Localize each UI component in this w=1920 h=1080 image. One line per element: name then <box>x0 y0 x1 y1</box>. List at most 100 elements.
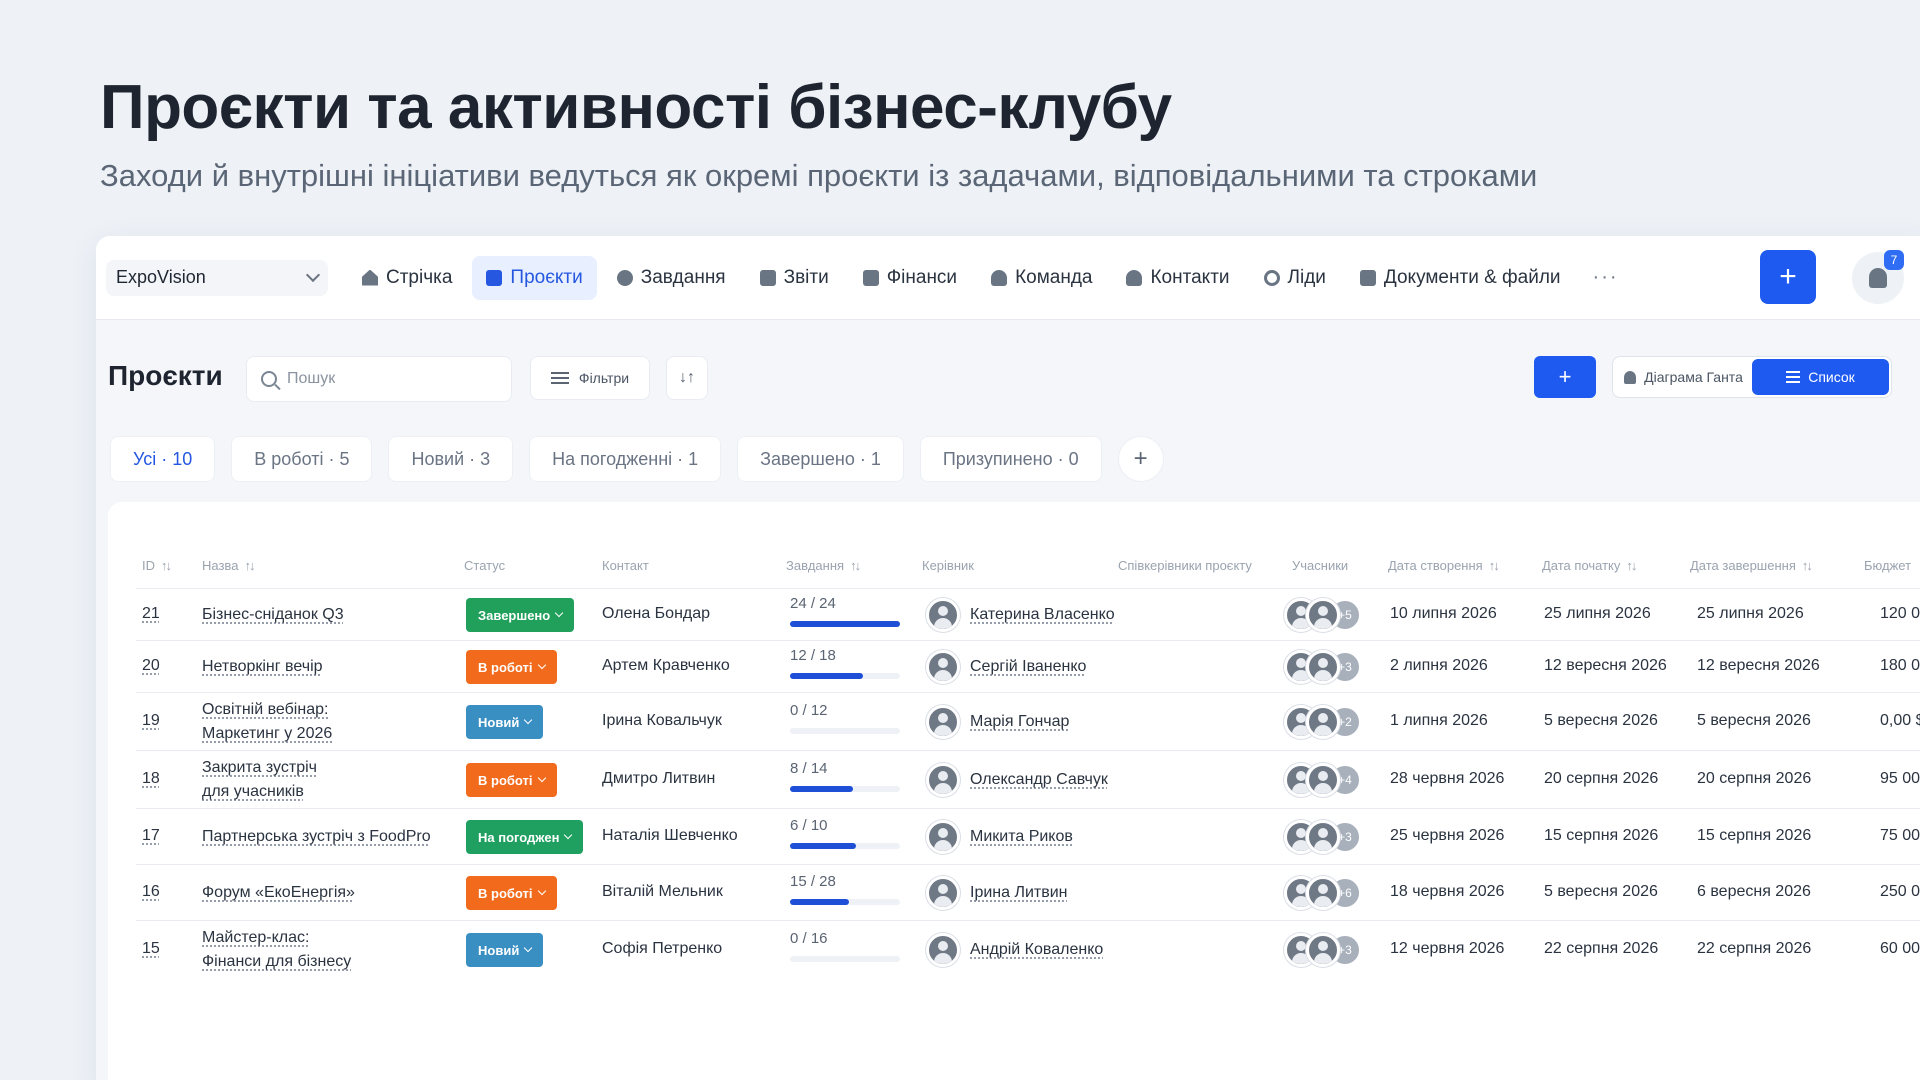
nav-item-0[interactable]: Стрічка <box>348 256 466 300</box>
project-manager[interactable]: Ірина Литвин <box>926 876 1068 910</box>
workspace-select[interactable]: ExpoVision <box>106 259 328 296</box>
project-name[interactable]: Нетворкінг вечір <box>202 655 323 679</box>
project-manager[interactable]: Микита Риков <box>926 820 1073 854</box>
nav-item-1[interactable]: Проєкти <box>472 255 597 300</box>
filters-button[interactable]: Фільтри <box>530 356 650 400</box>
col-created[interactable]: Дата створення ↑↓ <box>1388 558 1500 573</box>
contact-name: Артем Кравченко <box>602 657 730 674</box>
status-label: В роботі <box>478 885 533 901</box>
project-id[interactable]: 16 <box>142 883 160 901</box>
table-row[interactable]: 16 Форум «ЕкоЕнергія» В роботі Віталій Мель… <box>136 864 1920 920</box>
project-name[interactable]: Партнерська зустріч з FoodPro <box>202 825 431 849</box>
progress-fill <box>790 786 853 792</box>
status-tab-0[interactable]: Усі · 10 <box>110 436 216 482</box>
report-icon <box>759 269 776 286</box>
nav-item-6[interactable]: Контакти <box>1112 256 1243 300</box>
project-name[interactable]: Освітній вебінар: Маркетинг у 2026 <box>202 698 332 746</box>
add-project-button[interactable]: + <box>1534 356 1596 398</box>
table-row[interactable]: 20 Нетворкінг вечір В роботі Артем Кравченк… <box>136 640 1920 692</box>
tasks-count: 24 / 24 <box>790 595 836 612</box>
view-list-button[interactable]: Список <box>1752 359 1889 395</box>
project-manager[interactable]: Катерина Власенко <box>926 598 1115 632</box>
status-badge[interactable]: Новий <box>466 705 544 739</box>
members-stack[interactable]: +3 <box>1284 650 1362 684</box>
col-tasks-label: Завдання <box>786 558 845 573</box>
members-stack[interactable]: +4 <box>1284 763 1362 797</box>
notifications-button[interactable]: 7 <box>1852 250 1904 304</box>
search-box[interactable] <box>246 356 512 402</box>
project-id[interactable]: 17 <box>142 827 160 845</box>
progress-track <box>790 956 900 962</box>
col-name[interactable]: Назва ↑↓ <box>202 558 255 573</box>
project-manager[interactable]: Андрій Коваленко <box>926 933 1103 967</box>
nav-item-5[interactable]: Команда <box>977 256 1106 300</box>
members-stack[interactable]: +2 <box>1284 705 1362 739</box>
status-badge[interactable]: Новий <box>466 933 544 967</box>
members-stack[interactable]: +5 <box>1284 598 1362 632</box>
status-badge[interactable]: В роботі <box>466 876 557 910</box>
table-row[interactable]: 18 Закрита зустріч для учасників В роботі Дм… <box>136 750 1920 808</box>
page-title: Проєкти <box>108 360 223 391</box>
nav-item-label: Фінанси <box>886 266 958 288</box>
gantt-icon <box>1624 370 1637 384</box>
col-tasks[interactable]: Завдання ↑↓ <box>786 558 861 573</box>
table-row[interactable]: 21 Бізнес-сніданок Q3 Завершено Олена Бонда… <box>136 588 1920 640</box>
project-id[interactable]: 15 <box>142 940 160 958</box>
project-id[interactable]: 21 <box>142 605 160 623</box>
col-co-managers-label: Співкерівники проєкту <box>1118 558 1252 573</box>
table-row[interactable]: 17 Партнерська зустріч з FoodPro На погодж… <box>136 808 1920 864</box>
project-name[interactable]: Закрита зустріч для учасників <box>202 756 317 804</box>
status-tab-1[interactable]: В роботі · 5 <box>231 436 373 482</box>
status-tab-3[interactable]: На погодженні · 1 <box>529 436 722 482</box>
col-id[interactable]: ID ↑↓ <box>142 558 172 573</box>
project-id[interactable]: 19 <box>142 712 160 730</box>
more-menu-button[interactable]: ··· <box>1593 266 1619 289</box>
nav-item-4[interactable]: Фінанси <box>849 256 971 300</box>
project-manager[interactable]: Сергій Іваненко <box>926 650 1086 684</box>
project-manager[interactable]: Олександр Савчук <box>926 763 1108 797</box>
nav-item-3[interactable]: Звіти <box>746 256 843 300</box>
nav-item-8[interactable]: Документи & файли <box>1346 256 1575 300</box>
status-badge[interactable]: В роботі <box>466 650 557 684</box>
view-gantt-button[interactable]: Діаграма Ганта <box>1615 359 1752 395</box>
nav-item-7[interactable]: Ліди <box>1250 256 1340 300</box>
status-tab-4[interactable]: Завершено · 1 <box>737 436 904 482</box>
global-add-button[interactable]: + <box>1760 250 1816 304</box>
col-name-label: Назва <box>202 558 239 573</box>
status-badge[interactable]: Завершено <box>466 598 575 632</box>
table-row[interactable]: 19 Освітній вебінар: Маркетинг у 2026 Новий… <box>136 692 1920 750</box>
project-manager[interactable]: Марія Гончар <box>926 705 1069 739</box>
date-created: 2 липня 2026 <box>1390 657 1488 674</box>
add-tab-button[interactable]: + <box>1117 436 1164 482</box>
avatar <box>926 876 960 910</box>
status-badge[interactable]: В роботі <box>466 763 557 797</box>
app-window: ExpoVision Стрічка Проєкти Завдання Звіти Фі… <box>96 236 1920 1080</box>
project-id[interactable]: 20 <box>142 657 160 675</box>
project-name[interactable]: Форум «ЕкоЕнергія» <box>202 881 355 905</box>
members-stack[interactable]: +3 <box>1284 820 1362 854</box>
contact-name: Наталія Шевченко <box>602 827 738 844</box>
sort-button[interactable]: ↓↑ <box>666 356 708 400</box>
status-badge[interactable]: На погоджен <box>466 820 584 854</box>
date-start: 15 серпня 2026 <box>1544 827 1659 844</box>
nav-item-2[interactable]: Завдання <box>603 256 740 300</box>
tasks-count: 6 / 10 <box>790 817 828 834</box>
status-tab-5[interactable]: Призупинено · 0 <box>919 436 1102 482</box>
project-name[interactable]: Майстер-клас: Фінанси для бізнесу <box>202 926 351 974</box>
table-row[interactable]: 15 Майстер-клас: Фінанси для бізнесу Новий С… <box>136 920 1920 978</box>
project-name[interactable]: Бізнес-сніданок Q3 <box>202 603 344 627</box>
date-created: 1 липня 2026 <box>1390 712 1488 729</box>
progress-fill <box>790 899 849 905</box>
status-tab-2[interactable]: Новий · 3 <box>388 436 514 482</box>
hero-subtitle: Заходи й внутрішні ініціативи ведуться я… <box>100 158 1538 193</box>
members-stack[interactable]: +6 <box>1284 876 1362 910</box>
col-start-label: Дата початку <box>1542 558 1621 573</box>
search-input[interactable] <box>287 370 487 388</box>
members-stack[interactable]: +3 <box>1284 933 1362 967</box>
avatar <box>1306 820 1340 854</box>
tasks-progress: 6 / 10 <box>790 817 902 851</box>
tasks-count: 0 / 12 <box>790 702 828 719</box>
col-start[interactable]: Дата початку ↑↓ <box>1542 558 1637 573</box>
col-end[interactable]: Дата завершення ↑↓ <box>1690 558 1813 573</box>
project-id[interactable]: 18 <box>142 770 160 788</box>
